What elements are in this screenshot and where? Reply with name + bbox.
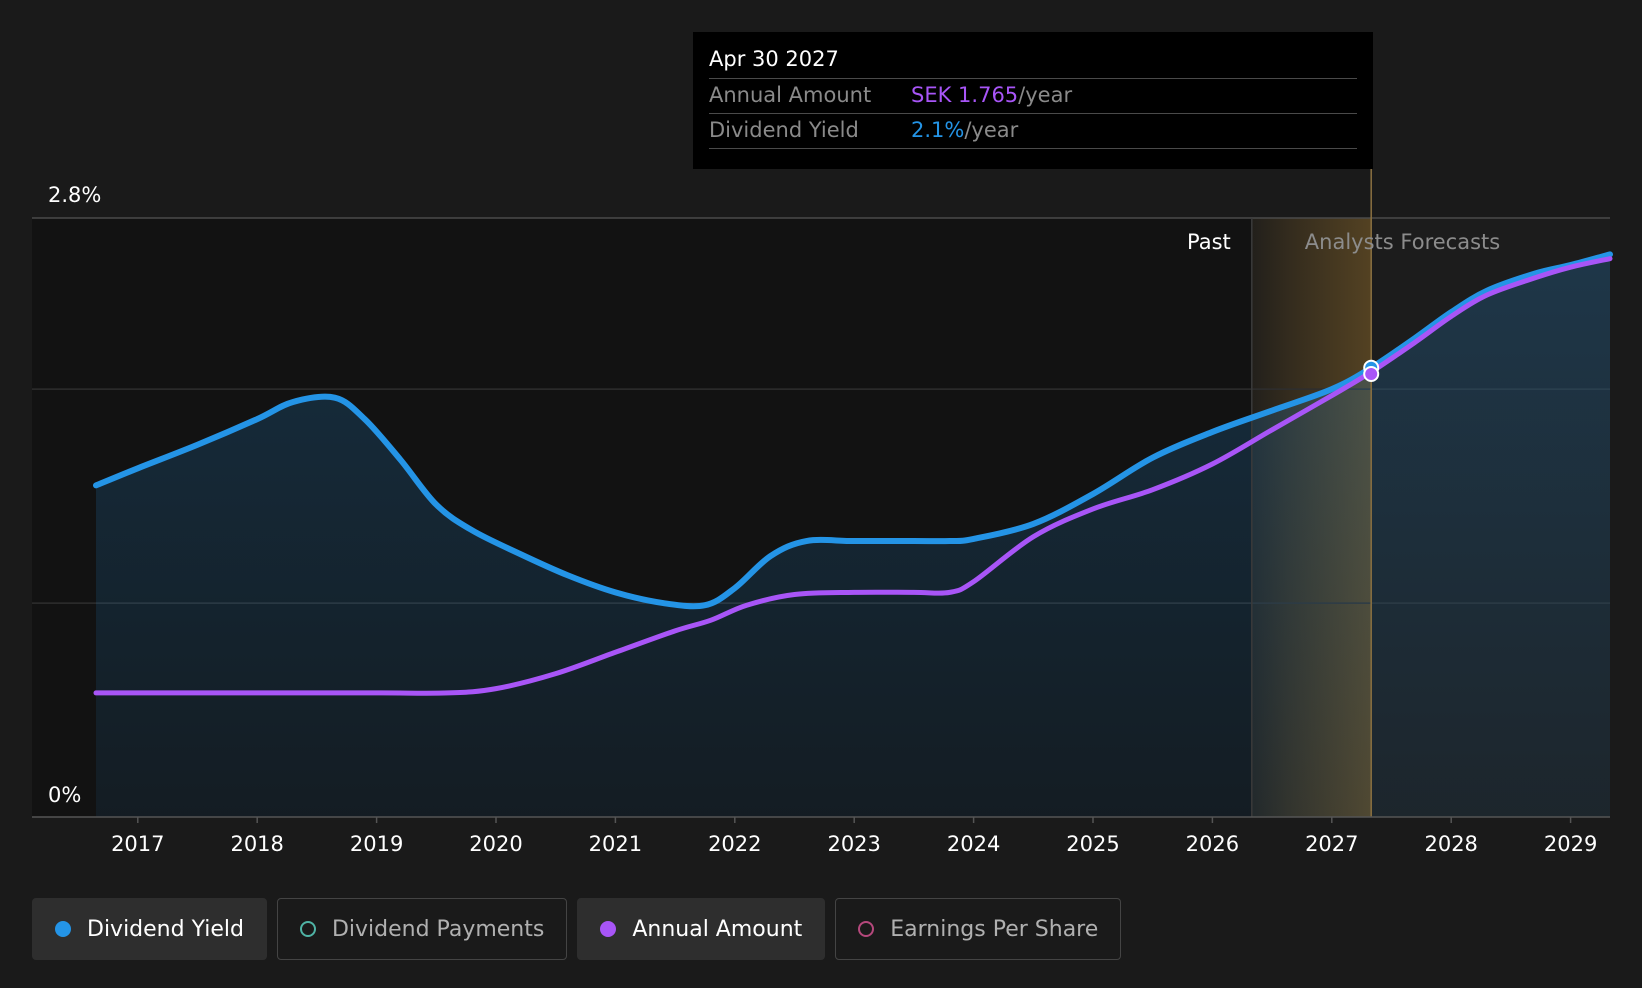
x-tick-label: 2029 — [1544, 832, 1597, 856]
tooltip-row-annual-amount: Annual Amount SEK 1.765/year — [709, 78, 1357, 113]
x-tick-label: 2023 — [827, 832, 880, 856]
x-tick-label: 2022 — [708, 832, 761, 856]
tooltip-unit: /year — [964, 118, 1019, 142]
y-axis-bottom-label: 0% — [48, 783, 81, 807]
tooltip-value: SEK 1.765 — [911, 83, 1019, 107]
legend-annual-amount[interactable]: Annual Amount — [577, 898, 826, 960]
tooltip-label: Dividend Yield — [709, 118, 859, 142]
legend-earnings-per-share[interactable]: Earnings Per Share — [835, 898, 1122, 960]
annual-amount-dot-icon — [600, 921, 617, 937]
x-axis-ticks: 2017 2018 2019 2020 2021 2022 2023 2024 2025 2026… — [111, 817, 1597, 856]
tooltip-unit: /year — [1018, 83, 1073, 107]
legend-dividend-payments[interactable]: Dividend Payments — [276, 898, 568, 960]
tooltip-date: Apr 30 2027 — [709, 47, 839, 71]
legend-label: Earnings Per Share — [890, 916, 1099, 942]
x-tick-label: 2019 — [350, 832, 403, 856]
y-axis-top-label: 2.8% — [48, 183, 101, 207]
legend: Dividend Yield Dividend Payments Annual … — [32, 898, 1122, 960]
x-tick-label: 2021 — [589, 832, 642, 856]
annual-amount-marker — [1363, 366, 1380, 383]
x-tick-label: 2026 — [1186, 832, 1239, 856]
x-tick-label: 2020 — [469, 832, 522, 856]
x-tick-label: 2018 — [230, 832, 283, 856]
x-tick-label: 2025 — [1066, 832, 1119, 856]
tooltip-row-dividend-yield: Dividend Yield 2.1%/year — [709, 113, 1357, 149]
tooltip: Apr 30 2027 Annual Amount SEK 1.765/year… — [693, 32, 1373, 169]
tooltip-value: 2.1% — [911, 118, 965, 142]
dividend-yield-dot-icon — [55, 921, 71, 937]
legend-label: Dividend Payments — [331, 916, 545, 942]
dividend-payments-ring-icon — [299, 921, 316, 937]
x-tick-label: 2017 — [111, 832, 164, 856]
legend-label: Annual Amount — [632, 916, 803, 942]
x-tick-label: 2027 — [1305, 832, 1358, 856]
earnings-per-share-ring-icon — [858, 921, 875, 937]
legend-label: Dividend Yield — [87, 916, 244, 942]
x-tick-label: 2024 — [947, 832, 1000, 856]
tooltip-label: Annual Amount — [709, 83, 872, 107]
analysts-forecasts-label: Analysts Forecasts — [1305, 230, 1500, 254]
x-tick-label: 2028 — [1424, 832, 1477, 856]
legend-dividend-yield[interactable]: Dividend Yield — [32, 898, 267, 960]
past-label: Past — [1187, 230, 1231, 254]
